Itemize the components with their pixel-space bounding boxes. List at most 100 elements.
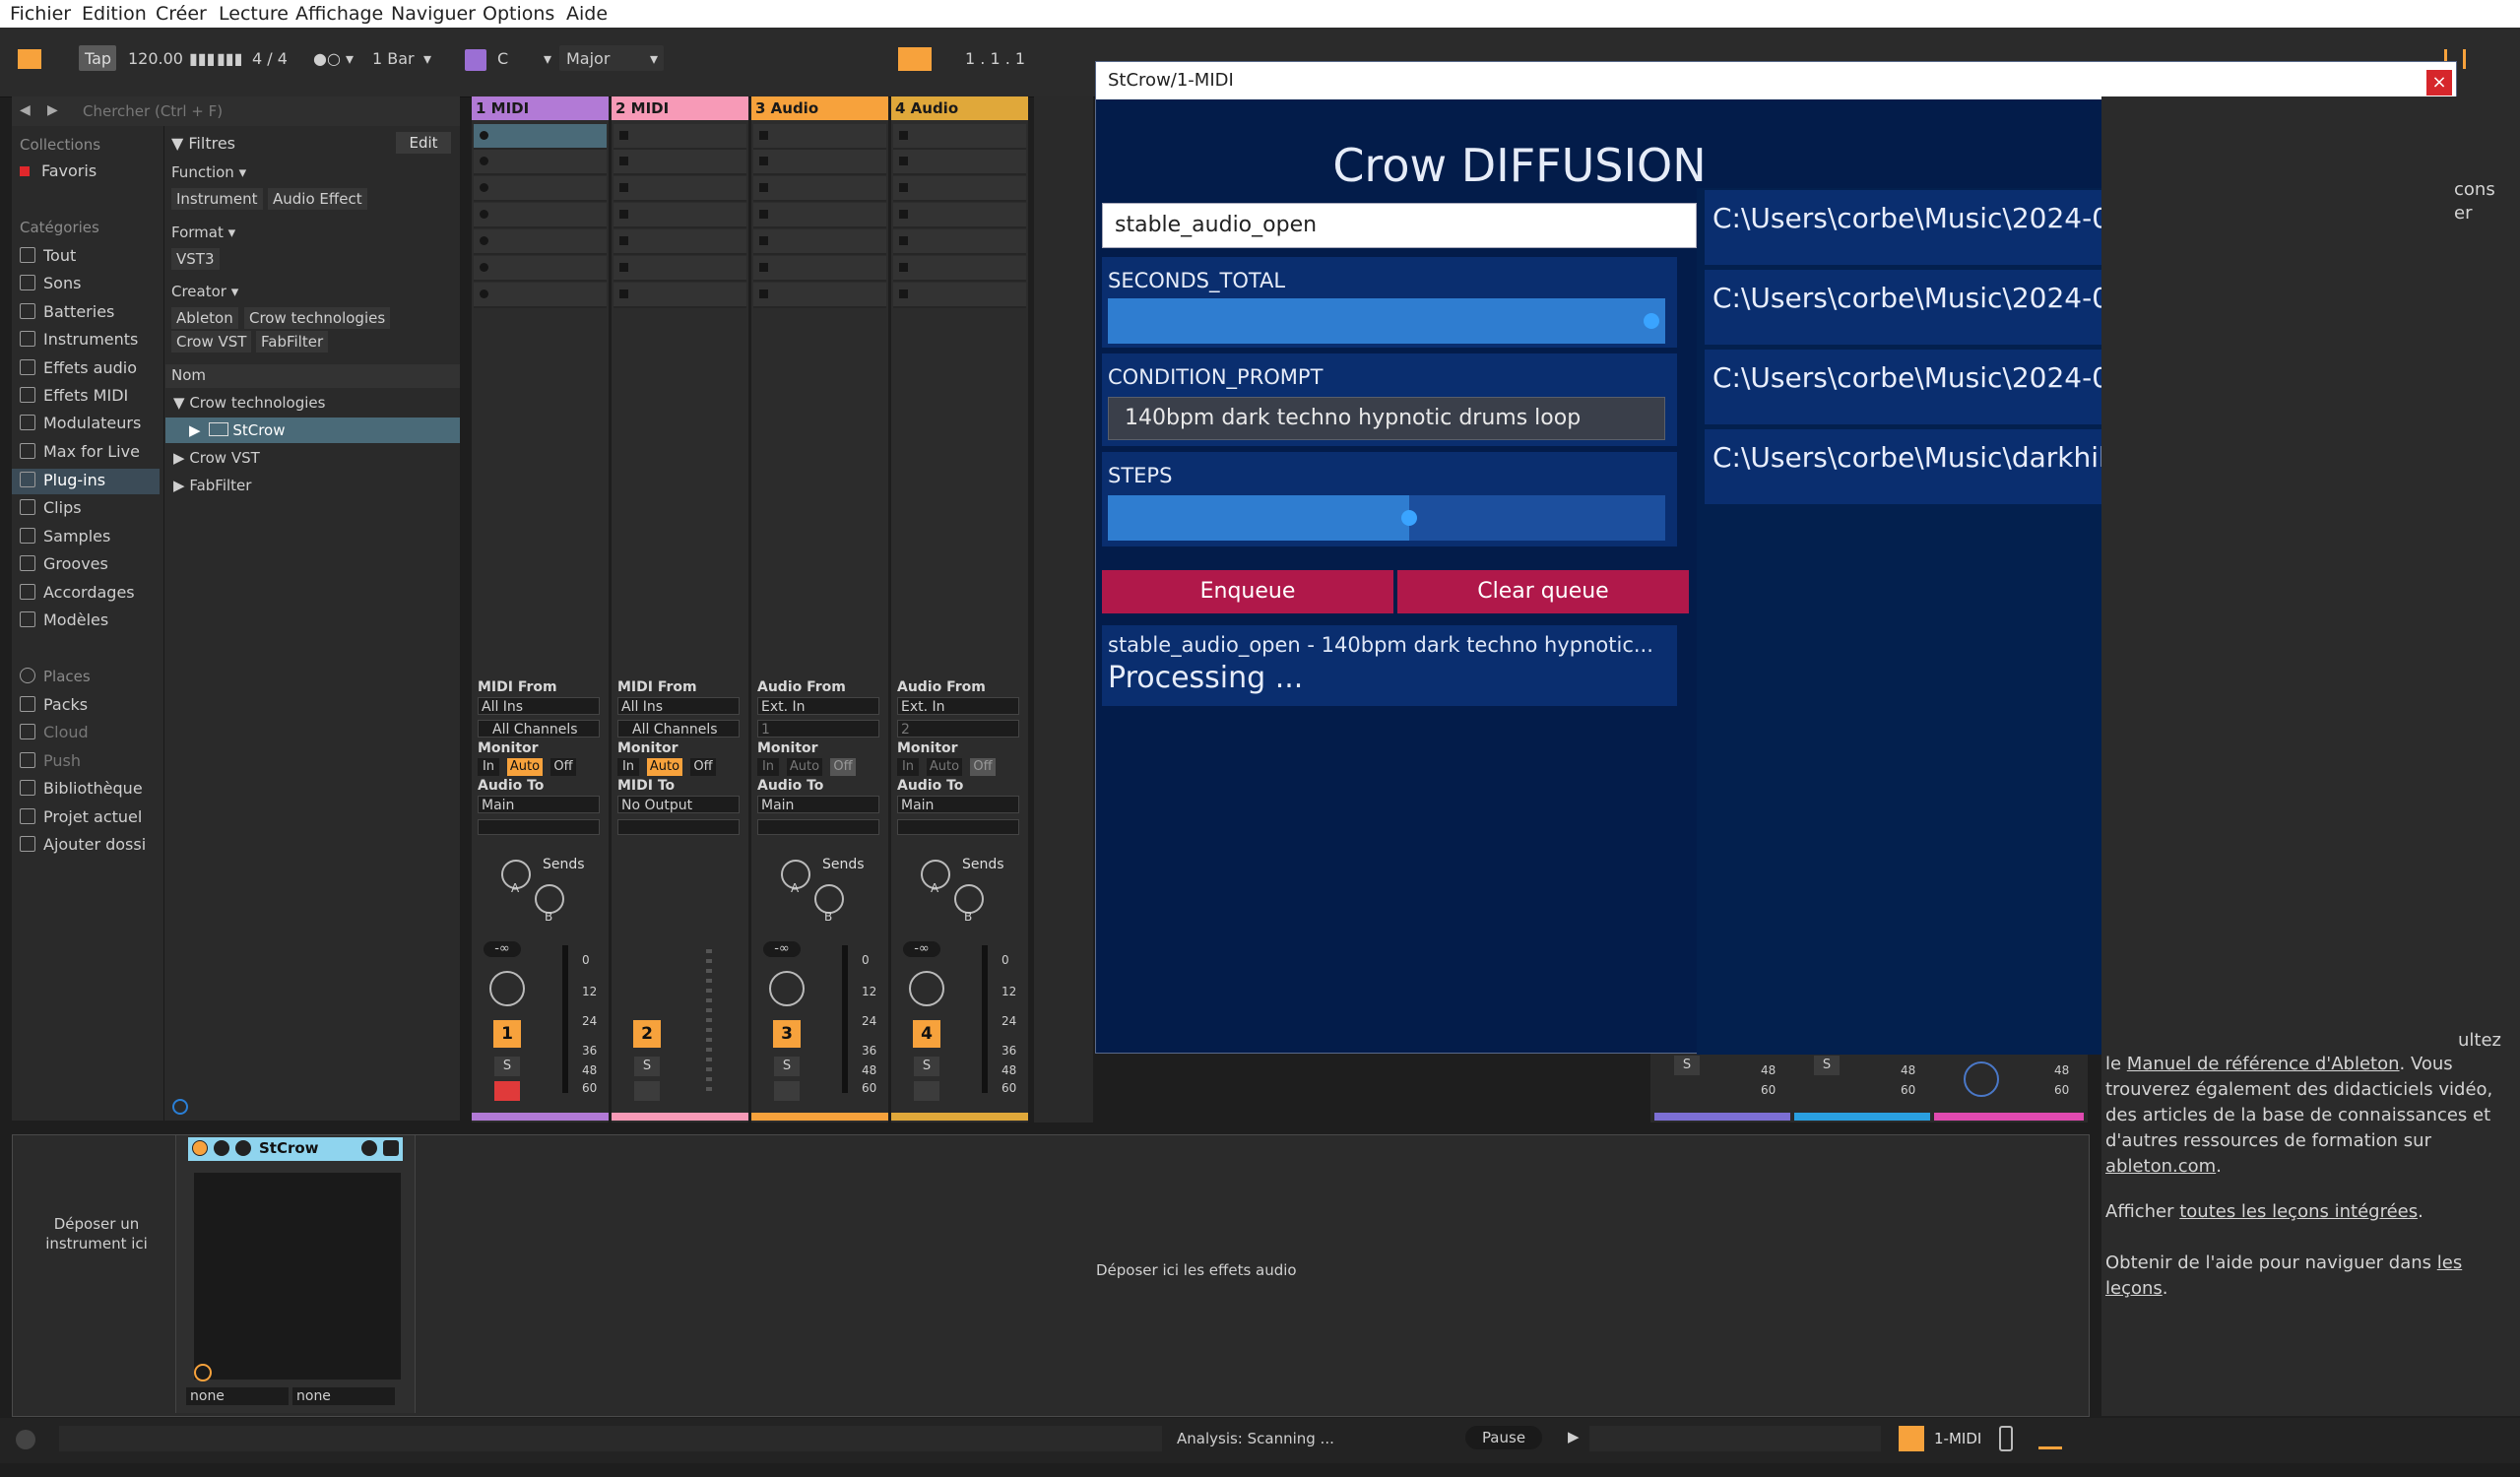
category-samples[interactable]: Samples (20, 527, 110, 546)
menu-lecture[interactable]: Lecture (219, 3, 289, 25)
wrench-icon[interactable] (235, 1140, 251, 1156)
steps-handle[interactable] (1400, 510, 1417, 526)
pause-button[interactable]: Pause (1465, 1426, 1542, 1449)
place-cloud[interactable]: Cloud (20, 723, 89, 741)
nudge-icon[interactable]: ▮▮▮ (217, 49, 242, 68)
follow-icon[interactable] (1899, 1426, 1924, 1451)
clip-slot[interactable] (753, 256, 886, 282)
info-toggle-icon[interactable] (16, 1430, 35, 1449)
save-preset-icon[interactable] (361, 1140, 377, 1156)
monitor-auto-button[interactable]: Auto (787, 758, 822, 776)
track-activator-3[interactable]: 3 (773, 1020, 801, 1048)
solo-button[interactable]: S (494, 1057, 520, 1076)
track-activator-1[interactable]: 1 (493, 1020, 521, 1048)
tap-button[interactable]: Tap (85, 49, 111, 68)
tree-crow-technologies[interactable]: ▼ Crow technologies (173, 394, 325, 412)
track-header-1[interactable]: 1 MIDI (472, 96, 609, 120)
monitor-off-button[interactable]: Off (830, 758, 856, 776)
play-icon[interactable]: ▶ (1568, 1428, 1580, 1445)
monitor-in-button[interactable]: In (478, 758, 499, 776)
clip-slot[interactable] (753, 229, 886, 255)
category-modeles[interactable]: Modèles (20, 610, 108, 629)
menu-edition[interactable]: Edition (82, 3, 147, 25)
audio-to-select[interactable]: Main (478, 796, 600, 813)
midi-from-select[interactable]: All Ins (478, 697, 600, 715)
clip-slot[interactable] (474, 150, 607, 175)
clip-slot[interactable] (614, 124, 746, 150)
edit-filters-button[interactable]: Edit (396, 132, 451, 154)
tag-instrument[interactable]: Instrument (171, 188, 263, 210)
clip-slot[interactable] (474, 176, 607, 202)
loop-icon[interactable]: ●○ ▾ (313, 49, 354, 68)
category-modulateurs[interactable]: Modulateurs (20, 414, 141, 432)
back-arrow-icon[interactable]: ◀ (20, 102, 31, 118)
place-projet-actuel[interactable]: Projet actuel (20, 807, 142, 826)
scale-icon[interactable] (465, 49, 486, 71)
clip-slot[interactable] (614, 229, 746, 255)
clip-slot[interactable] (474, 203, 607, 228)
tree-fabfilter[interactable]: ▶ FabFilter (173, 477, 251, 494)
plugin-title-bar[interactable]: StCrow/1-MIDI × (1096, 62, 2456, 99)
place-ajouter-dossier[interactable]: Ajouter dossi (20, 835, 146, 854)
tag-ableton[interactable]: Ableton (171, 307, 238, 329)
monitor-off-button[interactable]: Off (970, 758, 996, 776)
track-activator-4[interactable]: 4 (913, 1020, 940, 1048)
clip-slot[interactable] (893, 124, 1026, 150)
audio-to-select[interactable]: Main (757, 796, 879, 813)
model-input[interactable]: stable_audio_open (1102, 203, 1697, 248)
monitor-off-button[interactable]: Off (690, 758, 716, 776)
creator-filter-label[interactable]: Creator ▾ (171, 283, 238, 300)
tag-crow-vst[interactable]: Crow VST (171, 331, 252, 353)
solo-button[interactable]: S (634, 1057, 660, 1076)
clip-slot[interactable] (893, 229, 1026, 255)
monitor-off-button[interactable]: Off (550, 758, 576, 776)
tag-vst3[interactable]: VST3 (171, 248, 220, 270)
tree-crow-vst[interactable]: ▶ Crow VST (173, 449, 260, 467)
clip-slot[interactable] (614, 256, 746, 282)
function-filter-label[interactable]: Function ▾ (171, 163, 246, 181)
volume-display[interactable]: -∞ (763, 941, 801, 957)
device-on-icon[interactable] (192, 1140, 208, 1156)
monitor-in-button[interactable]: In (897, 758, 919, 776)
solo-button[interactable]: S (774, 1057, 800, 1076)
pan-knob[interactable] (909, 971, 944, 1006)
enqueue-button[interactable]: Enqueue (1102, 570, 1393, 613)
clip-slot[interactable] (753, 150, 886, 175)
arm-button[interactable] (634, 1081, 660, 1101)
menu-fichier[interactable]: Fichier (10, 3, 71, 25)
chevron-down-icon[interactable] (214, 1140, 229, 1156)
ableton-link[interactable]: ableton.com (2105, 1156, 2216, 1177)
menu-options[interactable]: Options (483, 3, 554, 25)
category-instruments[interactable]: Instruments (20, 330, 138, 349)
filters-toggle[interactable]: ▼ Filtres (171, 134, 235, 153)
menu-naviguer[interactable]: Naviguer (391, 3, 476, 25)
param-select-1[interactable]: none (186, 1387, 289, 1405)
volume-fader[interactable] (982, 945, 988, 1093)
volume-fader[interactable] (562, 945, 568, 1093)
browser-search-input[interactable]: Chercher (Ctrl + F) (83, 102, 223, 120)
category-plug-ins[interactable]: Plug-ins (20, 471, 105, 489)
category-tout[interactable]: Tout (20, 246, 76, 265)
volume-fader[interactable] (842, 945, 848, 1093)
metronome-icon[interactable]: ▮▮▮ (189, 49, 215, 68)
clip-slot[interactable] (753, 176, 886, 202)
tag-audio-effect[interactable]: Audio Effect (268, 188, 367, 210)
channel-select[interactable]: All Channels (617, 720, 740, 738)
category-accordages[interactable]: Accordages (20, 583, 135, 602)
category-batteries[interactable]: Batteries (20, 302, 114, 321)
clip-slot[interactable] (474, 283, 607, 308)
seconds-total-slider[interactable] (1108, 298, 1665, 344)
solo-button[interactable]: S (1674, 1056, 1700, 1075)
forward-arrow-icon[interactable]: ▶ (47, 102, 58, 118)
monitor-in-button[interactable]: In (617, 758, 639, 776)
monitor-in-button[interactable]: In (757, 758, 779, 776)
monitor-auto-button[interactable]: Auto (647, 758, 682, 776)
mixer-icon[interactable] (2038, 1428, 2062, 1449)
midi-from-select[interactable]: All Ins (617, 697, 740, 715)
tag-crow-technologies[interactable]: Crow technologies (244, 307, 391, 329)
name-column-header[interactable]: Nom (171, 366, 206, 384)
song-position[interactable]: 1 . 1 . 1 (965, 49, 1025, 68)
track-header-2[interactable]: 2 MIDI (612, 96, 748, 120)
main-pan-knob[interactable] (1964, 1061, 1999, 1097)
volume-display[interactable]: -∞ (484, 941, 521, 957)
